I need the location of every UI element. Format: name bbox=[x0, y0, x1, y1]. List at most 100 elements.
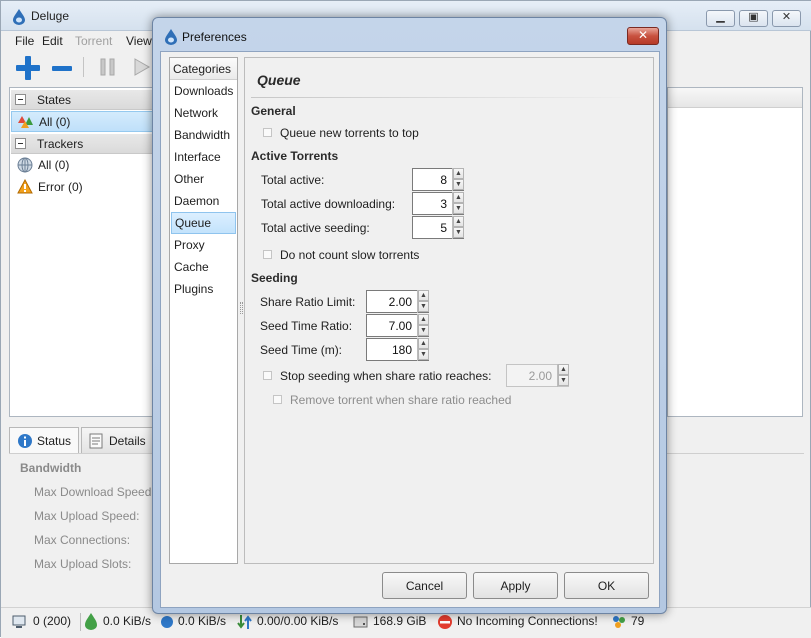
ok-button[interactable]: OK bbox=[564, 572, 649, 599]
spin-down-icon[interactable]: ▼ bbox=[453, 203, 464, 214]
close-button[interactable]: ✕ bbox=[772, 10, 801, 27]
seeding-section-header: Seeding bbox=[251, 271, 298, 285]
category-interface[interactable]: Interface bbox=[171, 147, 236, 169]
tab-status[interactable]: Status bbox=[9, 427, 79, 453]
menu-view[interactable]: View bbox=[126, 34, 152, 48]
tab-details-label: Details bbox=[109, 434, 146, 448]
queue-new-to-top-label: Queue new torrents to top bbox=[280, 126, 419, 140]
add-icon[interactable] bbox=[15, 55, 41, 81]
category-downloads[interactable]: Downloads bbox=[171, 81, 236, 103]
sidebar-item-all-states[interactable]: All (0) bbox=[11, 111, 158, 132]
category-queue[interactable]: Queue bbox=[171, 212, 236, 234]
spin-down-icon[interactable]: ▼ bbox=[558, 375, 569, 386]
torrent-list[interactable] bbox=[667, 87, 803, 417]
dialog-close-button[interactable]: ✕ bbox=[627, 27, 659, 45]
category-plugins[interactable]: Plugins bbox=[171, 279, 236, 301]
slow-torrents-label: Do not count slow torrents bbox=[280, 248, 420, 262]
download-speed-icon[interactable] bbox=[84, 613, 98, 631]
slow-torrents-checkbox[interactable] bbox=[263, 250, 272, 259]
collapse-icon[interactable] bbox=[15, 94, 26, 105]
spin-down-icon[interactable]: ▼ bbox=[453, 179, 464, 190]
category-label: Bandwidth bbox=[174, 128, 231, 142]
spin-down-icon[interactable]: ▼ bbox=[453, 227, 464, 238]
category-label: Interface bbox=[174, 150, 221, 164]
states-header-label: States bbox=[37, 93, 72, 107]
total-downloading-value: 3 bbox=[440, 197, 447, 211]
seed-time-spinner[interactable]: 180 ▲ ▼ bbox=[366, 338, 429, 361]
collapse-icon[interactable] bbox=[15, 138, 26, 149]
total-downloading-spinner[interactable]: 3 ▲ ▼ bbox=[412, 192, 464, 215]
queue-page: Queue General Queue new torrents to top … bbox=[244, 57, 654, 564]
category-label: Queue bbox=[175, 216, 212, 230]
remove-icon[interactable] bbox=[51, 55, 73, 81]
states-header[interactable]: States bbox=[11, 90, 158, 110]
spin-up-icon[interactable]: ▲ bbox=[453, 216, 464, 227]
category-other[interactable]: Other bbox=[171, 169, 236, 191]
menu-torrent[interactable]: Torrent bbox=[75, 34, 112, 48]
statusbar-separator bbox=[80, 613, 81, 631]
seed-time-ratio-spinner[interactable]: 7.00 ▲ ▼ bbox=[366, 314, 429, 337]
no-entry-icon[interactable] bbox=[437, 614, 453, 630]
remove-torrent-checkbox[interactable] bbox=[273, 395, 282, 404]
torrent-list-header[interactable] bbox=[668, 88, 802, 108]
details-tabs: Status Details bbox=[9, 427, 169, 453]
spin-up-icon[interactable]: ▲ bbox=[418, 338, 429, 349]
spin-up-icon[interactable]: ▲ bbox=[418, 314, 429, 325]
download-speed-status[interactable]: 0.0 KiB/s bbox=[103, 614, 151, 628]
category-network[interactable]: Network bbox=[171, 103, 236, 125]
category-label: Proxy bbox=[174, 238, 205, 252]
preferences-dialog: Preferences ✕ Categories Downloads Netwo… bbox=[152, 17, 667, 614]
spin-up-icon[interactable]: ▲ bbox=[453, 168, 464, 179]
spin-up-icon[interactable]: ▲ bbox=[418, 290, 429, 301]
ok-button-label: OK bbox=[597, 579, 616, 593]
upload-speed-status[interactable]: 0.0 KiB/s bbox=[178, 614, 226, 628]
connections-status[interactable]: 0 (200) bbox=[33, 614, 71, 628]
categories-header[interactable]: Categories bbox=[170, 58, 237, 80]
sidebar-item-error-trackers[interactable]: Error (0) bbox=[11, 177, 158, 198]
general-section-header: General bbox=[251, 104, 296, 118]
pane-splitter[interactable] bbox=[240, 302, 243, 314]
category-bandwidth[interactable]: Bandwidth bbox=[171, 125, 236, 147]
spin-up-icon[interactable]: ▲ bbox=[453, 192, 464, 203]
max-upload-slots-label: Max Upload Slots: bbox=[34, 557, 132, 571]
minimize-button[interactable]: ▁ bbox=[706, 10, 735, 27]
incoming-connections-status[interactable]: No Incoming Connections! bbox=[457, 614, 598, 628]
menu-file[interactable]: File bbox=[15, 34, 34, 48]
apply-button-label: Apply bbox=[500, 579, 531, 593]
spin-down-icon[interactable]: ▼ bbox=[418, 301, 429, 312]
dht-nodes-status: 79 bbox=[631, 614, 645, 628]
category-proxy[interactable]: Proxy bbox=[171, 235, 236, 257]
stop-ratio-spinner[interactable]: 2.00 ▲ ▼ bbox=[506, 364, 569, 387]
maximize-button[interactable]: ▣ bbox=[739, 10, 768, 27]
total-active-spinner[interactable]: 8 ▲ ▼ bbox=[412, 168, 464, 191]
dht-nodes-icon bbox=[613, 616, 625, 628]
queue-new-to-top-checkbox[interactable] bbox=[263, 128, 272, 137]
stop-seeding-label: Stop seeding when share ratio reaches: bbox=[280, 369, 492, 383]
spin-up-icon[interactable]: ▲ bbox=[558, 364, 569, 375]
apply-button[interactable]: Apply bbox=[473, 572, 558, 599]
total-seeding-spinner[interactable]: 5 ▲ ▼ bbox=[412, 216, 464, 239]
connections-icon[interactable] bbox=[11, 614, 27, 630]
cancel-button[interactable]: Cancel bbox=[382, 572, 467, 599]
category-cache[interactable]: Cache bbox=[171, 257, 236, 279]
seed-time-value: 180 bbox=[391, 343, 412, 357]
dialog-title: Preferences bbox=[182, 30, 247, 44]
sidebar-item-label: All (0) bbox=[38, 158, 70, 172]
protocol-traffic-icon bbox=[237, 615, 252, 629]
category-label: Other bbox=[174, 172, 205, 186]
pause-icon[interactable] bbox=[99, 57, 117, 77]
upload-speed-icon[interactable] bbox=[160, 614, 174, 630]
deluge-logo-icon bbox=[13, 9, 25, 25]
trackers-header[interactable]: Trackers bbox=[11, 134, 158, 154]
spin-down-icon[interactable]: ▼ bbox=[418, 349, 429, 360]
category-daemon[interactable]: Daemon bbox=[171, 191, 236, 213]
share-ratio-limit-spinner[interactable]: 2.00 ▲ ▼ bbox=[366, 290, 429, 313]
spin-down-icon[interactable]: ▼ bbox=[418, 325, 429, 336]
category-label: Network bbox=[174, 106, 219, 120]
resume-icon[interactable] bbox=[132, 57, 152, 77]
total-downloading-label: Total active downloading: bbox=[261, 197, 396, 211]
protocol-traffic-status: 0.00/0.00 KiB/s bbox=[257, 614, 339, 628]
sidebar-item-all-trackers[interactable]: All (0) bbox=[11, 155, 158, 176]
menu-edit[interactable]: Edit bbox=[42, 34, 63, 48]
stop-seeding-checkbox[interactable] bbox=[263, 371, 272, 380]
